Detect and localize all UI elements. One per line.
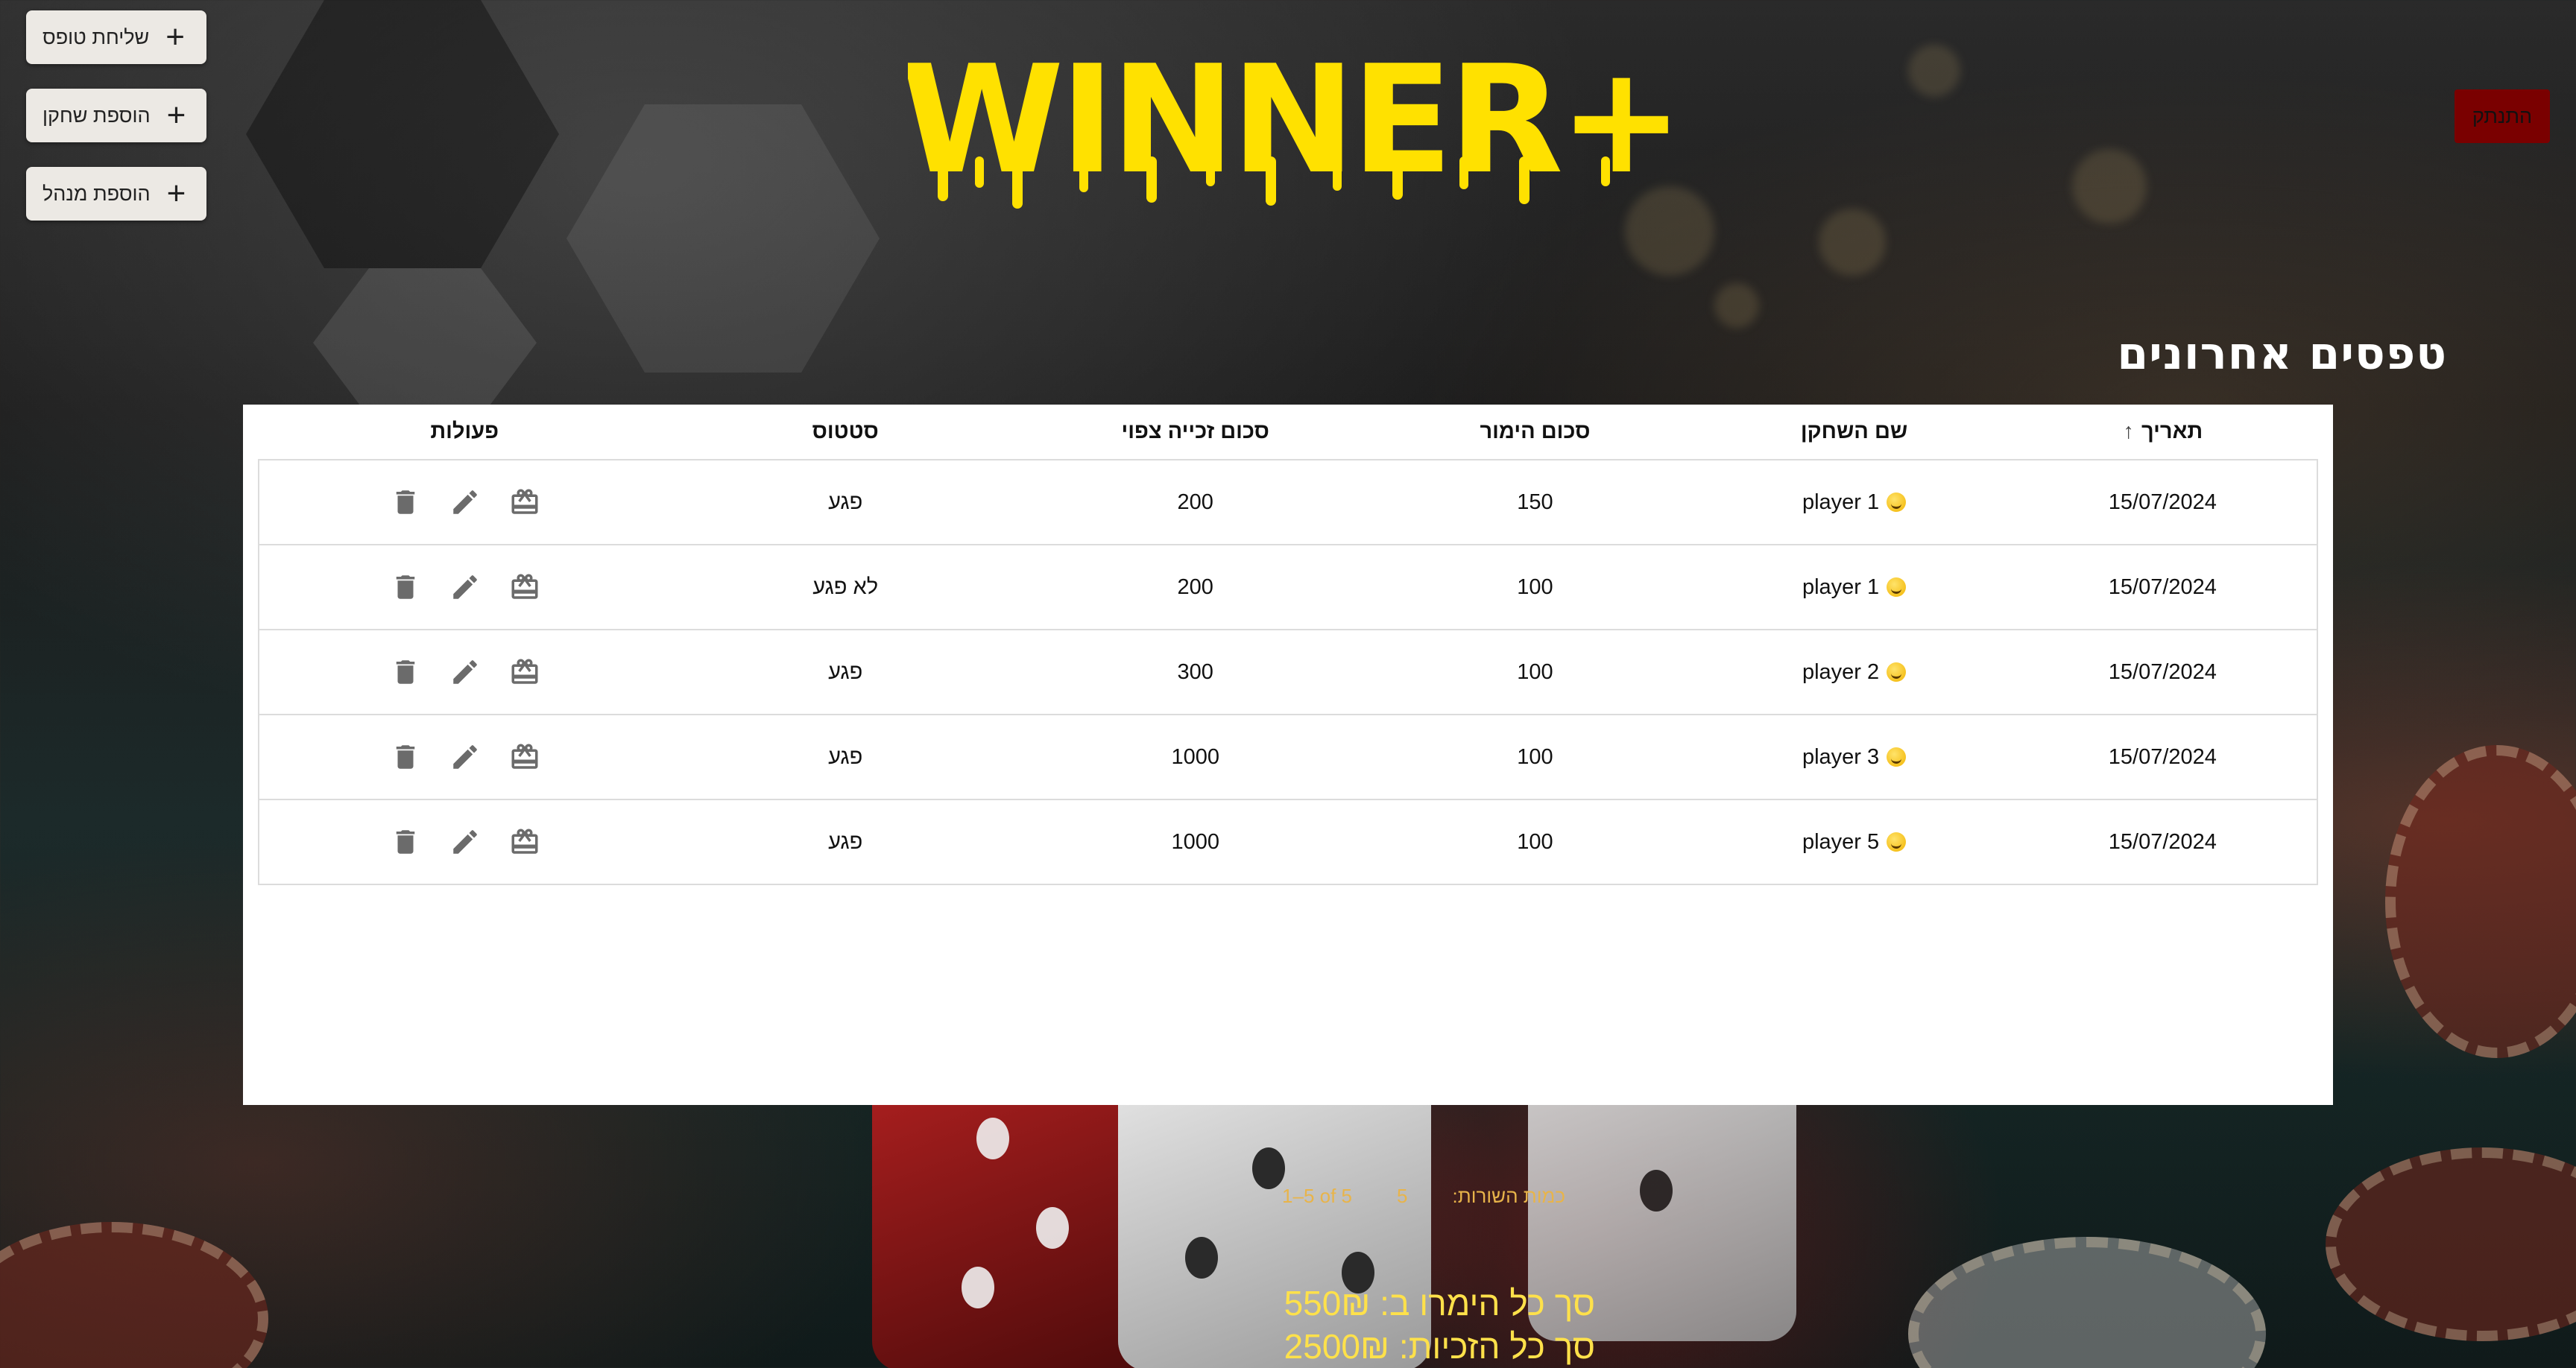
table-row: 15/07/2024 player 3 100 1000 פגע [257, 715, 2319, 800]
plus-icon: + [166, 175, 186, 212]
total-bets: סך כל הימרו ב: 550₪ [1222, 1282, 1595, 1325]
smiley-icon [1887, 747, 1907, 767]
rows-per-page-select[interactable]: 5 [1397, 1185, 1407, 1208]
cell-player: player 2 [1699, 630, 2009, 715]
plus-icon: + [166, 97, 186, 133]
column-header-player[interactable]: שם השחקן [1699, 405, 2009, 460]
receipt-icon[interactable] [509, 656, 540, 688]
forms-table: תאריך↑ שם השחקן סכום הימור סכום זכייה צפ… [257, 405, 2319, 885]
cell-status: פגע [670, 630, 1020, 715]
table-header-row: תאריך↑ שם השחקן סכום הימור סכום זכייה צפ… [259, 405, 2317, 460]
totals-summary: סך כל הימרו ב: 550₪ סך כל הזכיות: 2500₪ [1222, 1282, 1595, 1368]
cell-date: 15/07/2024 [2008, 799, 2319, 885]
cell-player: player 3 [1699, 715, 2009, 800]
cell-expected: 1000 [1020, 799, 1371, 885]
forms-table-card: תאריך↑ שם השחקן סכום הימור סכום זכייה צפ… [243, 405, 2333, 1105]
table-row: 15/07/2024 player 5 100 1000 פגע [257, 799, 2319, 885]
smiley-icon [1887, 662, 1907, 682]
cell-expected: 300 [1020, 630, 1371, 715]
column-header-date[interactable]: תאריך↑ [2008, 405, 2317, 460]
receipt-icon[interactable] [509, 487, 540, 518]
smiley-icon [1887, 577, 1907, 597]
submit-form-label: שליחת טופס [42, 25, 150, 48]
trash-icon[interactable] [390, 656, 421, 688]
cell-actions [257, 799, 671, 885]
cell-status: לא פגע [670, 545, 1020, 630]
cell-player: player 1 [1699, 545, 2009, 630]
add-manager-button[interactable]: + הוספת מנהל [26, 167, 206, 221]
smiley-icon [1887, 493, 1907, 512]
cell-actions [257, 715, 671, 800]
cell-player: player 1 [1699, 460, 2009, 545]
cell-player: player 5 [1699, 799, 2009, 885]
cell-actions [257, 630, 671, 715]
receipt-icon[interactable] [509, 571, 540, 603]
add-manager-label: הוספת מנהל [42, 182, 151, 205]
cell-date: 15/07/2024 [2008, 630, 2319, 715]
add-player-label: הוספת שחקן [42, 104, 151, 127]
submit-form-button[interactable]: + שליחת טופס [26, 10, 206, 64]
table-row: 15/07/2024 player 1 150 200 פגע [257, 460, 2319, 545]
logout-button[interactable]: התנתק [2455, 89, 2550, 143]
cell-bet: 100 [1370, 630, 1700, 715]
pagination-range: 1–5 of 5 [1282, 1184, 1353, 1207]
cell-expected: 200 [1020, 460, 1371, 545]
cell-actions [257, 545, 671, 630]
total-wins: סך כל הזכיות: 2500₪ [1222, 1325, 1595, 1368]
receipt-icon[interactable] [509, 741, 540, 773]
trash-icon[interactable] [390, 741, 421, 773]
edit-icon[interactable] [449, 826, 481, 858]
cell-actions [257, 460, 671, 545]
cell-date: 15/07/2024 [2008, 460, 2319, 545]
cell-date: 15/07/2024 [2008, 545, 2319, 630]
cell-expected: 200 [1020, 545, 1371, 630]
table-row: 15/07/2024 player 2 100 300 פגע [257, 630, 2319, 715]
trash-icon[interactable] [390, 826, 421, 858]
edit-icon[interactable] [449, 571, 481, 603]
logo-graphic: WINNER+ [900, 34, 1684, 209]
add-player-button[interactable]: + הוספת שחקן [26, 89, 206, 142]
cell-status: פגע [670, 715, 1020, 800]
column-header-expected[interactable]: סכום זכייה צפוי [1020, 405, 1371, 460]
column-header-status[interactable]: סטטוס [670, 405, 1020, 460]
table-row: 15/07/2024 player 1 100 200 לא פגע [257, 545, 2319, 630]
cell-bet: 100 [1370, 799, 1700, 885]
cell-bet: 100 [1370, 715, 1700, 800]
trash-icon[interactable] [390, 571, 421, 603]
column-header-bet[interactable]: סכום הימור [1370, 405, 1700, 460]
cell-expected: 1000 [1020, 715, 1371, 800]
total-wins-value: 2500₪ [1284, 1327, 1390, 1366]
table-body: 15/07/2024 player 1 150 200 פגע 15/07/20… [257, 460, 2319, 885]
total-bets-label: סך כל הימרו ב: [1380, 1284, 1595, 1323]
cell-bet: 100 [1370, 545, 1700, 630]
receipt-icon[interactable] [509, 826, 540, 858]
edit-icon[interactable] [449, 487, 481, 518]
total-wins-label: סך כל הזכיות: [1398, 1327, 1595, 1366]
trash-icon[interactable] [390, 487, 421, 518]
edit-icon[interactable] [449, 741, 481, 773]
smiley-icon [1887, 832, 1907, 852]
rows-per-page-label: כמות השורות: [1452, 1184, 1566, 1207]
cell-status: פגע [670, 799, 1020, 885]
pagination: כמות השורות: 5 1–5 of 5 [1208, 1181, 1565, 1211]
edit-icon[interactable] [449, 656, 481, 688]
section-title: טפסים אחרונים [2117, 328, 2447, 380]
cell-date: 15/07/2024 [2008, 715, 2319, 800]
logo: WINNER+ [900, 34, 1684, 216]
column-header-actions: פעולות [259, 405, 671, 460]
plus-icon: + [165, 19, 185, 55]
sort-up-icon[interactable]: ↑ [2124, 419, 2135, 444]
cell-bet: 150 [1370, 460, 1700, 545]
cell-status: פגע [670, 460, 1020, 545]
total-bets-value: 550₪ [1284, 1284, 1371, 1323]
